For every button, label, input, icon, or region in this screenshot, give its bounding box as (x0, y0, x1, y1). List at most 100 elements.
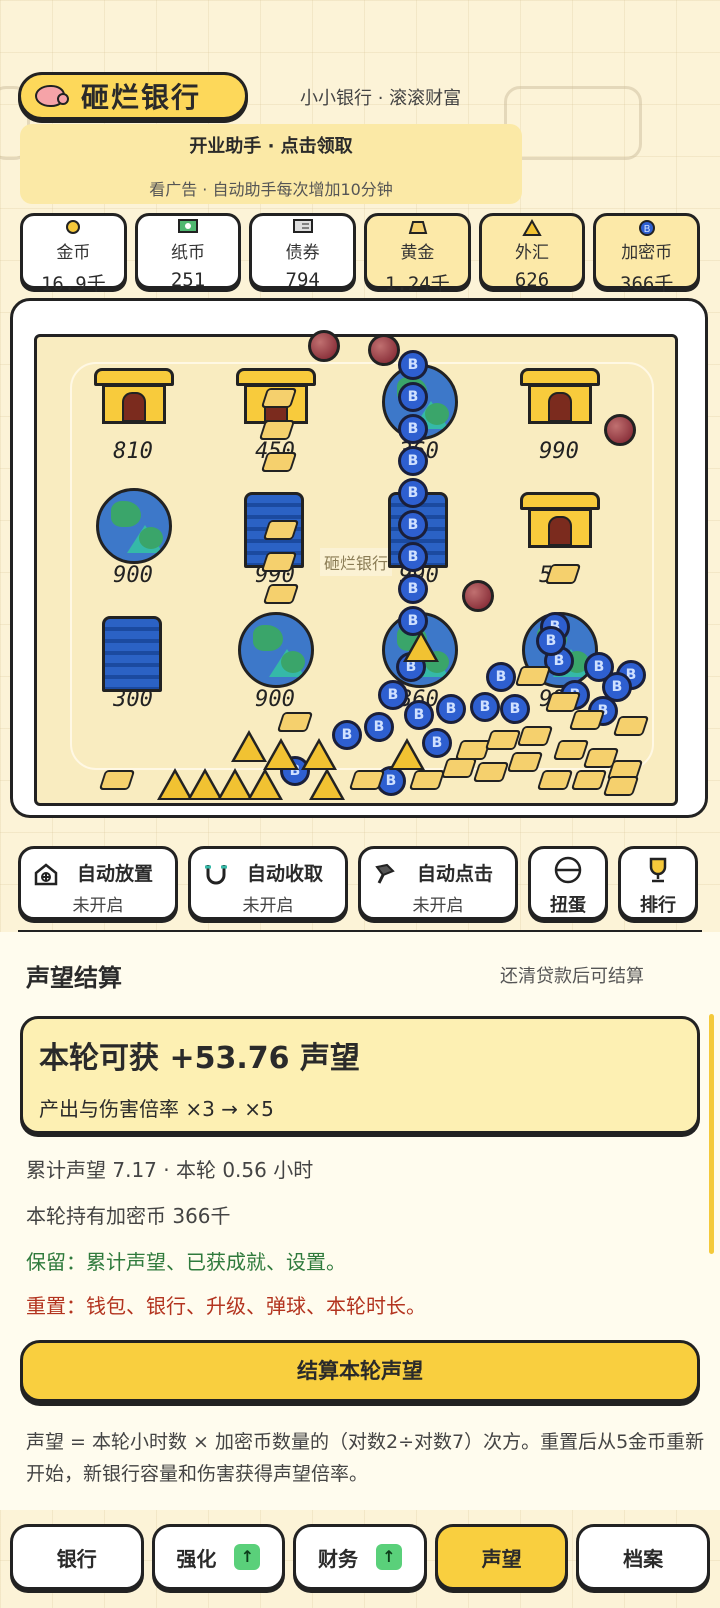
crypto-coin-icon: B (602, 672, 632, 702)
nav-bank[interactable]: 银行 (10, 1524, 144, 1590)
crypto-coin-icon: B (422, 728, 452, 758)
bond-icon (292, 219, 313, 237)
crypto-coin-icon: B (486, 662, 516, 692)
currency-bond[interactable]: 债券 794 (249, 213, 357, 291)
auto-place-label: 自动放置 (77, 863, 154, 885)
currency-banknote[interactable]: 纸币 251 (134, 213, 242, 291)
svg-text:B: B (643, 224, 650, 235)
currency-value: 251 (170, 269, 206, 291)
crypto-coin-icon: B (470, 692, 500, 722)
auto-collect-status: 未开启 (242, 896, 294, 916)
bank-slot-globe[interactable]: 900 (230, 612, 320, 712)
auto-collect-button[interactable]: 自动收取 未开启 (188, 846, 348, 920)
gold-bar-icon (406, 219, 428, 239)
prestige-reward-card: 本轮可获 +53.76 声望 产出与伤害倍率 ×3 → ×5 (20, 1016, 700, 1134)
crypto-coin-icon: B (398, 478, 428, 508)
crypto-coin-icon: B (638, 219, 656, 241)
crypto-coin-icon: B (398, 574, 428, 604)
bank-slot-value: 990 (539, 439, 579, 464)
currency-value: 1.24千 (384, 273, 450, 295)
currency-name: 金币 (56, 243, 91, 263)
banknote-icon (178, 219, 198, 237)
prestige-keep-note: 保留：累计声望、已获成就、设置。 (26, 1250, 346, 1274)
settle-prestige-button[interactable]: 结算本轮声望 (20, 1340, 700, 1402)
forex-triangle-icon (309, 768, 345, 802)
pinball-ball (368, 334, 400, 366)
bank-slot-bank[interactable]: 450 (230, 364, 320, 464)
nav-archive-label: 档案 (623, 1546, 664, 1571)
nav-prestige[interactable]: 声望 (434, 1524, 569, 1590)
currency-coin[interactable]: 金币 16.9千 (20, 213, 127, 295)
crypto-coin-icon: B (500, 694, 530, 724)
bank-building-icon (94, 368, 174, 426)
forex-triangle-icon (247, 768, 283, 802)
tower-building-icon (102, 616, 162, 692)
auto-click-status: 未开启 (412, 896, 464, 916)
crypto-coin-icon: B (398, 414, 428, 444)
opening-helper-banner[interactable]: 开业助手 · 点击领取 看广告 · 自动助手每次增加10分钟 (20, 124, 522, 204)
nav-upgrade-label: 强化 (176, 1546, 217, 1571)
auto-place-status: 未开启 (72, 896, 124, 916)
currency-name: 黄金 (400, 243, 435, 263)
nav-upgrade[interactable]: 强化 ↑ (151, 1524, 286, 1590)
prestige-note: 还清贷款后可结算 (500, 966, 644, 987)
nav-finance[interactable]: 财务 ↑ (293, 1524, 427, 1590)
helper-description: 看广告 · 自动助手每次增加10分钟 (149, 180, 393, 199)
auto-place-button[interactable]: 自动放置 未开启 (18, 846, 178, 920)
currency-forex[interactable]: 外汇 626 (478, 213, 586, 291)
currency-value: 626 (514, 269, 550, 291)
auto-place-icon (34, 863, 58, 886)
bank-slot-value: 300 (113, 687, 153, 712)
prestige-panel: 声望结算 还清贷款后可结算 本轮可获 +53.76 声望 产出与伤害倍率 ×3 … (0, 932, 720, 1510)
prestige-multiplier: 产出与伤害倍率 ×3 → ×5 (39, 1097, 274, 1121)
pinball-ball (462, 580, 494, 612)
currency-name: 加密币 (621, 243, 673, 263)
pinball-ball (308, 330, 340, 362)
nav-archive[interactable]: 档案 (576, 1524, 710, 1590)
prestige-stat-total: 累计声望 7.17 · 本轮 0.56 小时 (26, 1158, 314, 1182)
bank-slot-value: 810 (113, 439, 153, 464)
currency-name: 纸币 (171, 243, 205, 263)
globe-icon (96, 488, 172, 564)
auto-click-button[interactable]: 自动点击 未开启 (358, 846, 518, 920)
app-subtitle: 小小银行 · 滚滚财富 (300, 88, 462, 109)
crypto-coin-icon: B (436, 694, 466, 724)
prestige-reward: 本轮可获 +53.76 声望 (39, 1041, 360, 1076)
gacha-label: 扭蛋 (550, 895, 586, 916)
crypto-coin-icon: B (398, 510, 428, 540)
forex-triangle-icon (389, 738, 425, 772)
currency-value: 366千 (620, 273, 674, 295)
bank-slot-bank[interactable]: 810 (88, 364, 178, 464)
arrow-up-icon: ↑ (375, 1544, 402, 1570)
bank-building-icon (520, 368, 600, 426)
capsule-icon (554, 856, 582, 884)
prestige-formula: 声望 = 本轮小时数 × 加密币数量的（对数2÷对数7）次方。重置后从5金币重新… (26, 1431, 705, 1485)
ranking-button[interactable]: 排行 (618, 846, 698, 920)
automation-bar: 自动放置 未开启 自动收取 未开启 自动点击 未开启 扭蛋 排行 (18, 846, 702, 920)
currency-value: 16.9千 (40, 273, 106, 295)
auto-collect-label: 自动收取 (247, 863, 324, 885)
crypto-coin-icon: B (404, 700, 434, 730)
tap-icon (375, 863, 395, 884)
prestige-title: 声望结算 (26, 964, 122, 992)
bank-slot-globe[interactable]: 900 (88, 488, 178, 588)
crypto-coin-icon: B (398, 446, 428, 476)
crypto-coin-icon: B (398, 542, 428, 572)
currency-gold[interactable]: 黄金 1.24千 (364, 213, 471, 295)
bank-slot-tower[interactable]: 300 (88, 612, 178, 712)
auto-click-label: 自动点击 (417, 863, 494, 885)
currency-value: 794 (285, 269, 320, 291)
nav-bank-label: 银行 (56, 1546, 97, 1571)
bank-slot-bank[interactable]: 990 (514, 364, 604, 464)
ranking-label: 排行 (640, 895, 676, 916)
trophy-icon (649, 857, 667, 883)
bank-slot-value: 900 (113, 563, 153, 588)
crypto-coin-icon: B (398, 350, 428, 380)
app-title-badge: 砸烂银行 (18, 72, 248, 120)
gacha-button[interactable]: 扭蛋 (528, 846, 608, 920)
panel-scrollbar[interactable] (709, 1014, 714, 1254)
currency-name: 债券 (285, 243, 320, 263)
currency-name: 外汇 (515, 243, 550, 263)
currency-crypto[interactable]: B 加密币 366千 (593, 213, 701, 295)
bank-slot-value: 900 (255, 687, 295, 712)
